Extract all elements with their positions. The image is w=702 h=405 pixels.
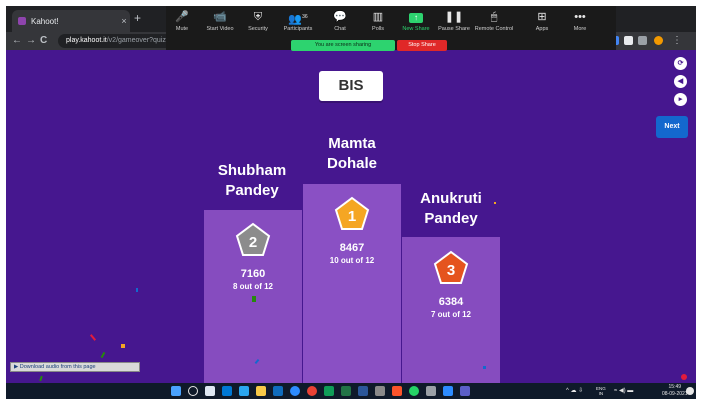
browser-tab[interactable]: Kahoot! × — [12, 10, 130, 32]
forward-icon[interactable]: → — [26, 35, 36, 47]
confetti — [39, 375, 43, 382]
app-icon[interactable] — [239, 386, 249, 396]
security-button[interactable]: ⛨ Security — [236, 10, 280, 32]
first-place-correct: 10 out of 12 — [329, 256, 375, 265]
rank-2-label: 2 — [249, 234, 257, 251]
rank-1-label: 1 — [348, 208, 356, 225]
second-place-name: Shubham Pandey — [217, 162, 287, 199]
rank-3-label: 3 — [447, 262, 455, 279]
whatsapp-icon[interactable] — [409, 386, 419, 396]
confetti — [121, 344, 125, 348]
download-audio-bar[interactable]: ▶ Download audio from this page — [10, 362, 140, 372]
app-icon[interactable] — [375, 386, 385, 396]
kahoot-favicon-icon — [18, 17, 26, 25]
quiz-title: BIS — [319, 71, 383, 101]
gold-medal-icon: 1 — [334, 196, 370, 230]
url-host: play.kahoot.it — [66, 37, 107, 44]
extension-icon[interactable] — [624, 36, 633, 45]
third-place-name: Anukruti Pandey — [420, 190, 482, 227]
confetti — [681, 374, 687, 380]
settings-icon[interactable] — [426, 386, 436, 396]
silver-medal-icon: 2 — [235, 222, 271, 256]
windows-start-icon[interactable] — [171, 386, 181, 396]
confetti — [89, 334, 97, 341]
fullscreen-icon[interactable]: ▸ — [674, 93, 687, 106]
language-indicator[interactable]: ENG IN — [596, 386, 606, 396]
chrome-icon[interactable] — [307, 386, 317, 396]
app-icon[interactable] — [222, 386, 232, 396]
search-icon[interactable] — [188, 386, 198, 396]
tray-icons[interactable]: ^ ☁ ⇩ — [566, 386, 583, 396]
zoom-icon[interactable] — [290, 386, 300, 396]
confetti — [483, 366, 486, 369]
excel-icon[interactable] — [341, 386, 351, 396]
second-place-correct: 8 out of 12 — [232, 282, 273, 291]
reload-icon[interactable]: C — [40, 35, 47, 47]
remote-control-icon: 🖱 — [490, 11, 498, 23]
windows-taskbar: ^ ☁ ⇩ ENG IN ≈ ◀) ▬ 15:49 08-09-2021 — [6, 383, 696, 399]
tab-close-icon[interactable]: × — [118, 16, 130, 26]
remote-control-button[interactable]: 🖱 Remote Control — [472, 10, 516, 32]
confetti — [100, 351, 106, 359]
more-icon: ••• — [574, 11, 586, 23]
back-icon[interactable]: ← — [12, 35, 22, 47]
brave-icon[interactable] — [392, 386, 402, 396]
confetti — [494, 202, 496, 204]
screen-sharing-banner: You are screen sharing — [291, 40, 395, 51]
new-tab-button[interactable]: + — [134, 11, 141, 25]
third-place-score: 6384 — [438, 296, 464, 308]
next-button[interactable]: Next — [656, 116, 688, 138]
profile-avatar-icon[interactable] — [654, 36, 663, 45]
teams-icon[interactable] — [460, 386, 470, 396]
word-icon[interactable] — [358, 386, 368, 396]
rotate-icon[interactable]: ⟳ — [674, 57, 687, 70]
second-place-score: 7160 — [240, 268, 266, 280]
share-icon: ↑ — [409, 13, 423, 23]
pause-icon: ❚❚ — [444, 11, 464, 23]
bronze-medal-icon: 3 — [433, 250, 469, 284]
volume-icon[interactable]: ◀ — [674, 75, 687, 88]
participants-icon: 👥 — [288, 13, 303, 26]
confetti — [136, 288, 138, 292]
network-volume-battery-icons[interactable]: ≈ ◀) ▬ — [614, 386, 633, 396]
confetti — [252, 296, 256, 302]
extension-icon[interactable] — [638, 36, 647, 45]
app-icon[interactable] — [324, 386, 334, 396]
shield-icon: ⛨ — [253, 11, 263, 23]
app-icon[interactable] — [443, 386, 453, 396]
stop-share-button[interactable]: Stop Share — [397, 40, 447, 51]
file-explorer-icon[interactable] — [256, 386, 266, 396]
notification-icon[interactable] — [686, 387, 694, 395]
taskbar-clock[interactable]: 15:49 08-09-2021 — [662, 384, 688, 398]
more-button[interactable]: ••• More — [558, 10, 602, 32]
task-view-icon[interactable] — [205, 386, 215, 396]
app-icon[interactable] — [273, 386, 283, 396]
screen: Kahoot! × + ← → C play.kahoot.it/v2/game… — [6, 6, 696, 399]
participant-count: 36 — [302, 14, 308, 20]
browser-menu-icon[interactable]: ⋮ — [672, 35, 682, 47]
participants-button[interactable]: 👥36 Participants — [276, 10, 320, 32]
tab-title: Kahoot! — [31, 16, 59, 26]
first-place-score: 8467 — [339, 242, 365, 254]
pause-share-button[interactable]: ❚❚ Pause Share — [432, 10, 476, 32]
third-place-correct: 7 out of 12 — [430, 310, 471, 319]
